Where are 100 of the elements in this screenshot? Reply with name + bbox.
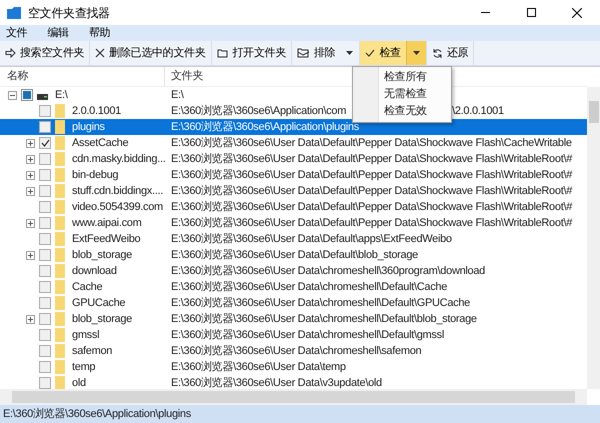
- toolbar-button[interactable]: 排除: [292, 41, 340, 65]
- checkbox[interactable]: [39, 297, 51, 309]
- expand-icon[interactable]: [26, 170, 35, 180]
- folder-icon: [55, 152, 65, 166]
- scroll-thumb[interactable]: [588, 101, 598, 123]
- checkbox[interactable]: [39, 201, 51, 213]
- toolbar-button[interactable]: 搜索空文件夹: [0, 41, 90, 65]
- expand-icon[interactable]: [26, 186, 35, 196]
- folder-name: bin-debug: [72, 168, 118, 183]
- folder-icon: [55, 120, 65, 134]
- expand-icon[interactable]: [26, 154, 35, 164]
- folder-path: E:\360浏览器\360se6\Application\plugins: [171, 120, 359, 135]
- menu-option[interactable]: 检查所有: [379, 69, 432, 86]
- folder-icon: [55, 360, 65, 374]
- folder-path: E:\360浏览器\360se6\User Data\Default\blob_storage: [171, 248, 418, 263]
- window-title: 空文件夹查找器: [28, 4, 110, 22]
- folder-path: E:\360浏览器\360se6\User Data\chromeshell\Default\GPUCache: [171, 296, 470, 311]
- folder-name: safemon: [72, 344, 112, 359]
- folder-path: E:\360浏览器\360se6\User Data\chromeshell\Default\gmssl: [171, 328, 444, 343]
- menu-item[interactable]: 文件: [3, 24, 30, 42]
- selected-row[interactable]: plugins E:\360浏览器\360se6\Application\plugins: [0, 119, 587, 135]
- folder-name: blob_storage: [72, 248, 132, 263]
- close-icon: [95, 48, 106, 58]
- arrow-icon: [5, 48, 16, 58]
- folder-path: E:\360浏览器\360se6\User Data\v3update\old: [171, 376, 382, 389]
- checkmark-icon: [365, 49, 376, 57]
- checkbox[interactable]: [39, 217, 51, 229]
- folder-name: blob_storage: [72, 312, 132, 327]
- folder-path: E:\360浏览器\360se6\User Data\Default\Pepper Data\Shockwave Flash\CacheWritable: [171, 136, 572, 151]
- checkbox[interactable]: [39, 377, 51, 389]
- expand-icon[interactable]: [26, 250, 35, 260]
- close-icon: [572, 8, 582, 18]
- checkbox[interactable]: [39, 265, 51, 277]
- folder-path: E:\360浏览器\360se6\User Data\temp: [171, 360, 346, 375]
- horizontal-scrollbar[interactable]: [0, 389, 587, 405]
- caret-icon: [412, 51, 420, 55]
- dropdown-button[interactable]: [406, 41, 426, 65]
- folder-icon: [55, 136, 65, 150]
- drive-icon: [37, 94, 48, 100]
- vertical-scrollbar[interactable]: [587, 87, 600, 389]
- checkbox[interactable]: [39, 313, 51, 325]
- folder-name: old: [72, 376, 86, 389]
- folder-name: E:\: [55, 88, 68, 103]
- folder-name: Cache: [72, 280, 102, 295]
- folder-path: E:\360浏览器\360se6\User Data\chromeshell\Default\Cache: [171, 280, 448, 295]
- menu-item[interactable]: 帮助: [86, 24, 114, 42]
- menu-item[interactable]: 编辑: [44, 24, 72, 42]
- folder-path: E:\360浏览器\360se6\User Data\Default\apps\ExtFeedWeibo: [171, 232, 452, 247]
- folder-icon: [55, 168, 65, 182]
- checkbox[interactable]: [39, 249, 51, 261]
- checkbox[interactable]: [39, 185, 51, 197]
- app-icon: [7, 6, 21, 19]
- folder-path: E:\360浏览器\360se6\Application\com: [171, 104, 346, 119]
- toolbar-button[interactable]: 检查: [360, 41, 406, 65]
- folder-path: E:\360浏览器\360se6\User Data\chromeshell\Default\blob_storage: [171, 312, 477, 327]
- folder-icon: [55, 104, 65, 118]
- folder-name: gmssl: [72, 328, 100, 343]
- folder-icon: [55, 248, 65, 262]
- folder-icon: [55, 232, 65, 246]
- expand-icon[interactable]: [26, 138, 35, 148]
- collapse-icon[interactable]: [8, 90, 17, 100]
- expand-icon[interactable]: [26, 218, 35, 228]
- caret-icon: [346, 51, 354, 55]
- folder-icon: [55, 312, 65, 326]
- checkbox[interactable]: [39, 233, 51, 245]
- toolbar-button[interactable]: 打开文件夹: [212, 41, 292, 65]
- checkbox[interactable]: [39, 329, 51, 341]
- toolbar-button[interactable]: 还原: [426, 41, 474, 65]
- folder-icon: [297, 48, 310, 58]
- folder-icon: [55, 184, 65, 198]
- folder-name: temp: [72, 360, 96, 375]
- folder-name: 2.0.0.1001: [72, 104, 121, 119]
- folder-icon: [55, 296, 65, 310]
- checkbox[interactable]: [39, 137, 51, 149]
- folder-name: video.5054399.com: [72, 200, 163, 215]
- menu-option[interactable]: 检查无效: [379, 103, 432, 120]
- folder-icon: [55, 344, 65, 358]
- folder-icon: [55, 280, 65, 294]
- column-header[interactable]: 名称: [7, 68, 28, 85]
- column-header[interactable]: 文件夹: [171, 70, 204, 82]
- checkbox[interactable]: [39, 169, 51, 181]
- checkbox[interactable]: [39, 361, 51, 373]
- checkbox[interactable]: [39, 105, 51, 117]
- menu-option[interactable]: 无需检查: [379, 86, 432, 103]
- folder-icon: [55, 328, 65, 342]
- checkbox[interactable]: [21, 89, 33, 101]
- status-text: E:\360浏览器\360se6\Application\plugins: [3, 406, 191, 422]
- folder-path: E:\360浏览器\360se6\User Data\Default\Pepper Data\Shockwave Flash\WritableRoot\#: [171, 200, 572, 215]
- folder-name: download: [72, 264, 117, 279]
- expand-icon[interactable]: [26, 314, 35, 324]
- refresh-icon: [432, 48, 443, 58]
- toolbar-button[interactable]: 删除已选中的文件夹: [90, 41, 211, 65]
- folder-icon: [55, 216, 65, 230]
- folder-path: E:\360浏览器\360se6\User Data\Default\Pepper Data\Shockwave Flash\WritableRoot\#: [171, 168, 572, 183]
- folder-path: E:\360浏览器\360se6\User Data\chromeshell\360program\download: [171, 264, 485, 279]
- checkbox[interactable]: [39, 345, 51, 357]
- checkbox[interactable]: [39, 153, 51, 165]
- folder-icon: [55, 376, 65, 389]
- checkbox[interactable]: [39, 281, 51, 293]
- checkbox[interactable]: [39, 121, 51, 133]
